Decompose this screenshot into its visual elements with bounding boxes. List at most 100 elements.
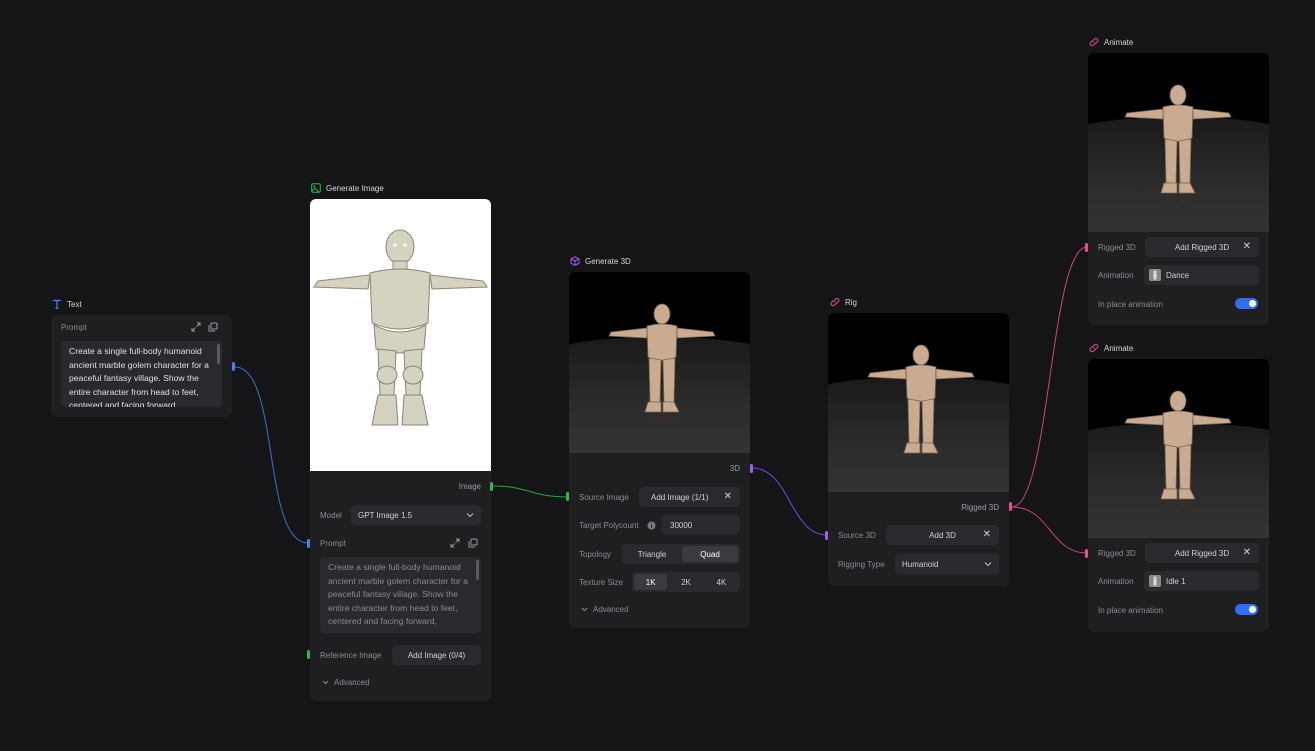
inplace-toggle[interactable] xyxy=(1235,604,1258,615)
source-3d-field[interactable]: Add 3D ✕ xyxy=(886,525,999,545)
animation-select[interactable]: Dance xyxy=(1144,265,1259,285)
rigging-type-select[interactable]: Humanoid xyxy=(895,554,999,574)
image-icon xyxy=(311,183,321,193)
golem-figure xyxy=(313,229,488,426)
wire-image-to-source xyxy=(491,485,569,498)
polycount-label: Target Polycount xyxy=(579,521,639,530)
scrollbar[interactable] xyxy=(217,344,220,364)
rigged-3d-field[interactable]: Add Rigged 3D ✕ xyxy=(1145,543,1259,563)
text-prompt-content: Create a single full-body humanoid ancie… xyxy=(69,346,209,407)
text-prompt-textarea[interactable]: Create a single full-body humanoid ancie… xyxy=(61,341,222,407)
inplace-label: In place animation xyxy=(1098,300,1163,309)
animation-thumbnail xyxy=(1149,269,1161,281)
image-prompt-textarea[interactable]: Create a single full-body humanoid ancie… xyxy=(320,557,481,633)
generate-3d-title-label: Generate 3D xyxy=(585,256,631,266)
topology-option-quad[interactable]: Quad xyxy=(682,546,738,562)
source-3d-input-port[interactable] xyxy=(825,531,828,540)
inplace-label: In place animation xyxy=(1098,606,1163,615)
expand-icon[interactable] xyxy=(191,322,201,332)
chevron-down-icon xyxy=(322,680,329,685)
polycount-value: 30000 xyxy=(670,520,693,530)
cube-icon xyxy=(570,256,580,266)
rigged-3d-output-port[interactable] xyxy=(1009,502,1012,511)
source-image-label: Source Image xyxy=(579,493,629,502)
chevron-down-icon xyxy=(581,607,588,612)
rigged-3d-value: Add Rigged 3D xyxy=(1174,548,1230,558)
scrollbar[interactable] xyxy=(476,560,479,580)
topology-segmented[interactable]: Triangle Quad xyxy=(622,544,740,564)
topology-option-triangle[interactable]: Triangle xyxy=(624,546,680,562)
image-prompt-content: Create a single full-body humanoid ancie… xyxy=(328,562,468,627)
chevron-down-icon xyxy=(466,513,474,518)
reference-input-port[interactable] xyxy=(307,650,310,659)
polycount-input[interactable]: 30000 xyxy=(662,515,740,535)
info-icon[interactable] xyxy=(647,521,656,530)
advanced-label: Advanced xyxy=(334,678,370,687)
generate-3d-node[interactable]: 3D Source Image Add Image (1/1) ✕ Target… xyxy=(569,272,750,628)
rigged-3d-output-label: Rigged 3D xyxy=(961,503,999,512)
generate-3d-title: Generate 3D xyxy=(570,255,631,267)
animate-node-1[interactable]: Rigged 3D Add Rigged 3D ✕ Animation Danc… xyxy=(1088,53,1269,325)
source-3d-label: Source 3D xyxy=(838,531,876,540)
add-reference-image-button[interactable]: Add Image (0/4) xyxy=(392,645,481,665)
animate-1-title: Animate xyxy=(1089,36,1133,48)
add-reference-image-label: Add Image (0/4) xyxy=(407,650,466,660)
rig-title: Rig xyxy=(830,296,857,308)
wire-rig-to-animate-2 xyxy=(1011,506,1088,554)
rigged-3d-field[interactable]: Add Rigged 3D ✕ xyxy=(1145,237,1259,257)
close-icon[interactable]: ✕ xyxy=(724,492,732,502)
rig-title-label: Rig xyxy=(845,297,858,307)
rig-node[interactable]: Rigged 3D Source 3D Add 3D ✕ Rigging Typ… xyxy=(828,313,1009,586)
texture-option-4k[interactable]: 4K xyxy=(705,574,738,590)
rigging-type-value: Humanoid xyxy=(902,559,939,569)
close-icon[interactable]: ✕ xyxy=(1243,548,1251,558)
close-icon[interactable]: ✕ xyxy=(983,530,991,540)
rigged-3d-label: Rigged 3D xyxy=(1098,243,1136,252)
advanced-toggle[interactable]: Advanced xyxy=(581,605,629,614)
prompt-input-port[interactable] xyxy=(307,539,310,548)
source-image-field[interactable]: Add Image (1/1) ✕ xyxy=(639,487,740,507)
wire-rig-to-animate-1 xyxy=(1011,246,1088,508)
model-3d-preview xyxy=(569,272,750,453)
inplace-toggle[interactable] xyxy=(1235,298,1258,309)
image-output-port[interactable] xyxy=(490,482,493,491)
source-3d-value: Add 3D xyxy=(929,530,956,540)
animation-value: Dance xyxy=(1166,270,1190,280)
texture-option-1k[interactable]: 1K xyxy=(634,574,668,590)
texture-option-2k[interactable]: 2K xyxy=(669,574,702,590)
model-label: Model xyxy=(320,511,342,520)
expand-icon[interactable] xyxy=(450,538,460,548)
topology-label: Topology xyxy=(579,550,612,559)
copy-icon[interactable] xyxy=(468,538,478,548)
copy-icon[interactable] xyxy=(208,322,218,332)
advanced-toggle[interactable]: Advanced xyxy=(322,678,370,687)
generated-image-preview xyxy=(310,199,491,471)
animate-1-preview xyxy=(1088,53,1269,232)
model-select[interactable]: GPT Image 1.5 xyxy=(351,505,481,525)
rigged-3d-value: Add Rigged 3D xyxy=(1174,242,1230,252)
advanced-label: Advanced xyxy=(593,605,629,614)
animate-1-input-port[interactable] xyxy=(1085,243,1088,252)
animate-2-title-label: Animate xyxy=(1104,343,1134,353)
animate-2-preview xyxy=(1088,359,1269,538)
texture-size-label: Texture Size xyxy=(579,578,624,587)
generate-image-node[interactable]: Image Model GPT Image 1.5 Prompt Create … xyxy=(310,199,491,701)
3d-output-port[interactable] xyxy=(750,464,753,473)
texture-size-segmented[interactable]: 1K 2K 4K xyxy=(632,572,740,592)
animation-select[interactable]: Idle 1 xyxy=(1144,571,1259,591)
3d-output-label: 3D xyxy=(729,464,740,473)
close-icon[interactable]: ✕ xyxy=(1243,242,1251,252)
rigged-golem-figure xyxy=(867,344,975,454)
animation-value: Idle 1 xyxy=(1166,576,1186,586)
source-image-input-port[interactable] xyxy=(566,492,569,501)
animated-golem-figure xyxy=(1124,390,1232,509)
animate-2-title: Animate xyxy=(1089,342,1133,354)
animate-2-input-port[interactable] xyxy=(1085,549,1088,558)
wire-3d-to-rig xyxy=(751,467,828,536)
text-node[interactable]: Prompt Create a single full-body humanoi… xyxy=(51,315,232,417)
source-image-value: Add Image (1/1) xyxy=(651,492,709,502)
text-node-title-label: Text xyxy=(67,299,82,309)
text-output-port[interactable] xyxy=(232,362,235,371)
golem-3d-figure xyxy=(608,303,716,422)
animate-node-2[interactable]: Rigged 3D Add Rigged 3D ✕ Animation Idle… xyxy=(1088,359,1269,632)
